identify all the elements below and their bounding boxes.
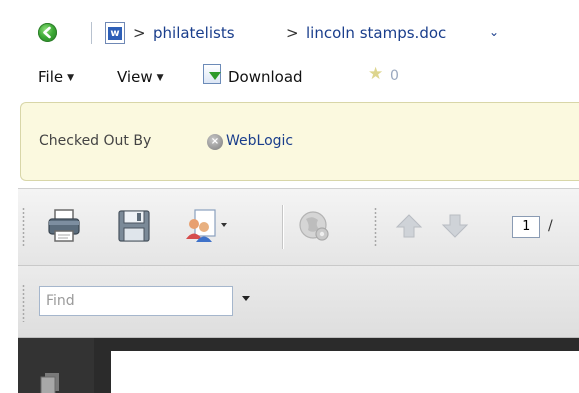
word-document-icon: w	[105, 22, 125, 44]
arrow-up-icon	[395, 214, 423, 238]
document-area	[18, 338, 579, 393]
file-menu-label: File	[38, 68, 64, 86]
rating-count: 0	[390, 68, 399, 84]
view-menu[interactable]: View ▼	[117, 68, 164, 87]
breadcrumb-separator: >	[133, 24, 146, 42]
floppy-disk-icon	[118, 210, 150, 242]
download-label: Download	[228, 68, 303, 86]
share-button[interactable]	[183, 207, 231, 245]
arrow-down-icon	[441, 214, 469, 238]
download-button[interactable]: Download	[228, 68, 303, 86]
toolbar-grip[interactable]	[22, 207, 25, 247]
previous-page-button[interactable]	[394, 207, 424, 245]
file-menu[interactable]: File ▼	[38, 68, 74, 87]
breadcrumb-separator: >	[286, 24, 299, 42]
pages-icon[interactable]	[39, 371, 61, 393]
find-input[interactable]	[39, 286, 233, 316]
remove-circle-icon[interactable]: ×	[207, 134, 223, 150]
caret-down-icon[interactable]	[242, 296, 250, 301]
breadcrumb: w > philatelists > lincoln stamps.doc ⌄	[0, 0, 579, 60]
next-page-button[interactable]	[440, 207, 470, 245]
page-number-input[interactable]	[512, 216, 540, 238]
users-document-icon	[186, 209, 227, 242]
file-menu-bar: File ▼ View ▼ Download	[0, 60, 579, 100]
back-arrow-icon[interactable]	[38, 23, 57, 42]
checkout-banner: Checked Out By × WebLogic	[20, 102, 579, 181]
document-viewer: w > philatelists > lincoln stamps.doc ⌄ …	[0, 0, 579, 393]
globe-gear-icon	[299, 211, 329, 241]
checkout-label: Checked Out By	[39, 133, 152, 149]
page-count-separator: /	[548, 218, 553, 234]
star-icon[interactable]: ★	[368, 66, 383, 83]
breadcrumb-document-link[interactable]: lincoln stamps.doc	[306, 24, 446, 42]
chevron-down-icon[interactable]: ⌄	[489, 23, 499, 41]
checkout-user-link[interactable]: WebLogic	[226, 133, 293, 149]
thumbnail-rail	[18, 338, 94, 393]
print-button[interactable]	[46, 207, 82, 245]
printer-icon	[48, 209, 80, 242]
view-menu-label: View	[117, 68, 153, 86]
search-settings-button[interactable]	[296, 207, 332, 245]
page-canvas	[111, 351, 579, 393]
save-button[interactable]	[116, 207, 152, 245]
breadcrumb-folder-link[interactable]: philatelists	[153, 24, 235, 42]
download-icon[interactable]	[203, 64, 221, 84]
caret-down-icon: ▼	[67, 73, 75, 83]
breadcrumb-divider	[91, 22, 92, 44]
find-toolbar	[18, 266, 579, 338]
toolbar-grip[interactable]	[22, 284, 25, 322]
viewer-toolbar: /	[18, 188, 579, 266]
toolbar-grip[interactable]	[374, 207, 377, 247]
toolbar-separator	[282, 205, 283, 249]
caret-down-icon: ▼	[156, 73, 164, 83]
